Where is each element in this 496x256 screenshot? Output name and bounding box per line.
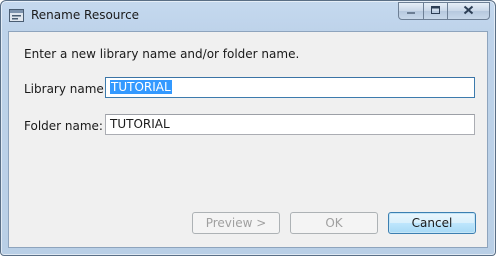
close-button[interactable] <box>447 2 490 20</box>
preview-button[interactable]: Preview > <box>192 212 280 234</box>
rename-resource-dialog: Rename Resource Enter a new library name… <box>0 0 496 256</box>
minimize-icon <box>406 4 416 18</box>
maximize-icon <box>430 4 441 18</box>
library-name-value: TUTORIAL <box>110 80 172 94</box>
window-title: Rename Resource <box>31 8 140 22</box>
ok-button[interactable]: OK <box>290 212 378 234</box>
library-name-label: Library name: <box>24 82 108 96</box>
folder-name-input[interactable]: TUTORIAL <box>105 114 475 135</box>
title-bar[interactable]: Rename Resource <box>1 1 495 31</box>
maximize-button[interactable] <box>423 2 448 20</box>
cancel-button[interactable]: Cancel <box>388 212 476 234</box>
dialog-body: Enter a new library name and/or folder n… <box>8 31 488 248</box>
caption-buttons <box>398 2 490 21</box>
folder-name-value: TUTORIAL <box>110 117 170 131</box>
library-name-input[interactable]: TUTORIAL <box>105 77 475 98</box>
folder-rename-icon <box>9 8 24 23</box>
folder-name-label: Folder name: <box>24 119 103 133</box>
dialog-prompt: Enter a new library name and/or folder n… <box>24 47 300 61</box>
minimize-button[interactable] <box>398 2 424 20</box>
close-icon <box>463 4 474 18</box>
